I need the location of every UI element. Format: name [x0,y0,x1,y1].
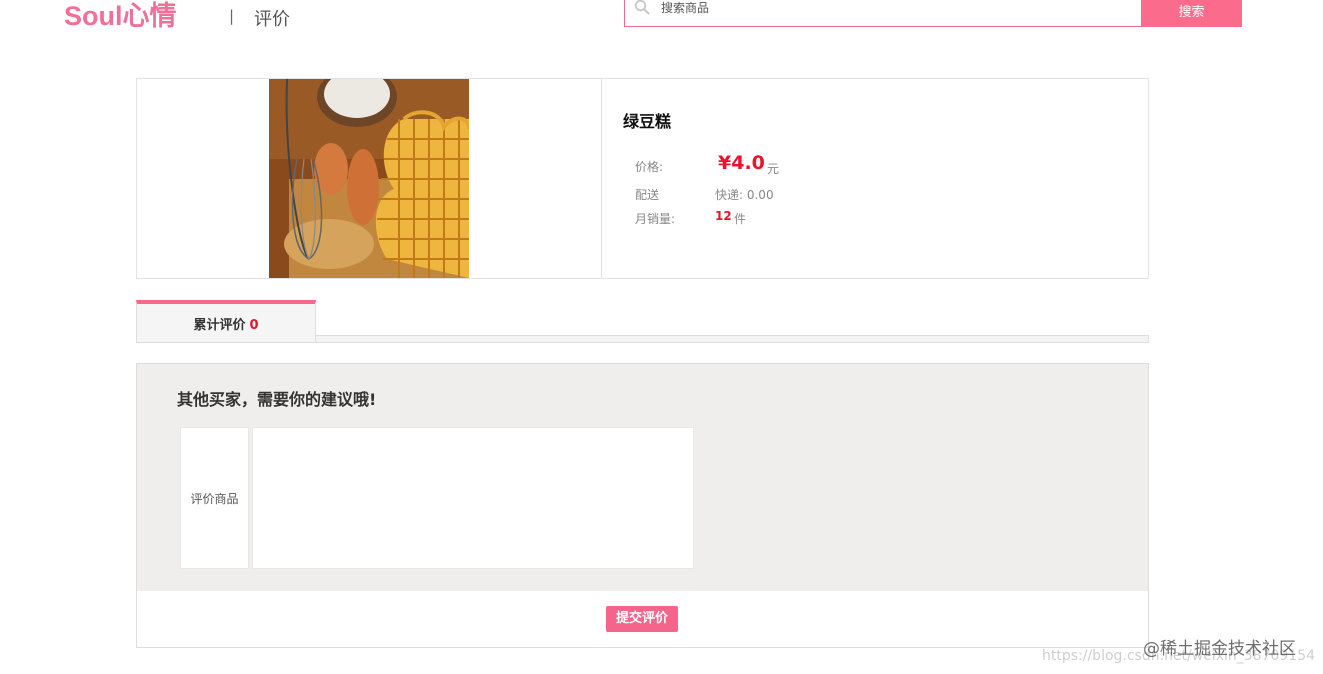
product-card: 绿豆糕 价格: ¥4.0 元 配送 快递: 0.00 月销量: 12 件 [136,78,1149,279]
review-item-label: 评价商品 [190,491,239,506]
page-title: 评价 [254,9,290,30]
review-item-cell: 评价商品 [180,427,249,569]
sales-value: 12 [715,209,732,223]
search-input[interactable] [661,0,1121,16]
sales-unit: 件 [734,212,747,226]
tab-reviews-count: 0 [249,318,259,333]
product-image [269,79,469,278]
price-unit: 元 [767,162,780,176]
product-name: 绿豆糕 [623,112,672,131]
review-form-area: 其他买家，需要你的建议哦! 评价商品 [137,364,1148,591]
header-separator: | [229,7,235,25]
review-textarea[interactable] [252,427,694,569]
shipping-label: 配送 [635,188,660,202]
price-value: ¥4.0 [718,152,765,174]
shipping-value: 快递: 0.00 [715,188,774,202]
logo[interactable]: Soul心情 [64,0,177,33]
product-image-panel [137,79,602,278]
review-heading: 其他买家，需要你的建议哦! [177,390,377,409]
tab-reviews-text: 累计评价 [193,318,246,333]
search-box [624,0,1142,27]
page: Soul心情 | 评价 搜索商品 搜索 绿豆糕 价格: ¥4.0 元 配送 快递… [0,0,1323,674]
search-icon [634,0,650,15]
sales-label: 月销量: [635,212,676,226]
price-label: 价格: [635,160,664,174]
search-button[interactable]: 搜索 [1141,0,1242,27]
tab-reviews[interactable]: 累计评价 0 [136,300,316,342]
submit-review-button[interactable]: 提交评价 [606,606,678,632]
tab-reviews-label: 累计评价 0 [193,314,258,333]
review-panel: 其他买家，需要你的建议哦! 评价商品 提交评价 [136,363,1149,648]
watermark-brand: @稀土掘金技术社区 [1143,639,1296,659]
product-info: 绿豆糕 价格: ¥4.0 元 配送 快递: 0.00 月销量: 12 件 [603,79,1148,278]
